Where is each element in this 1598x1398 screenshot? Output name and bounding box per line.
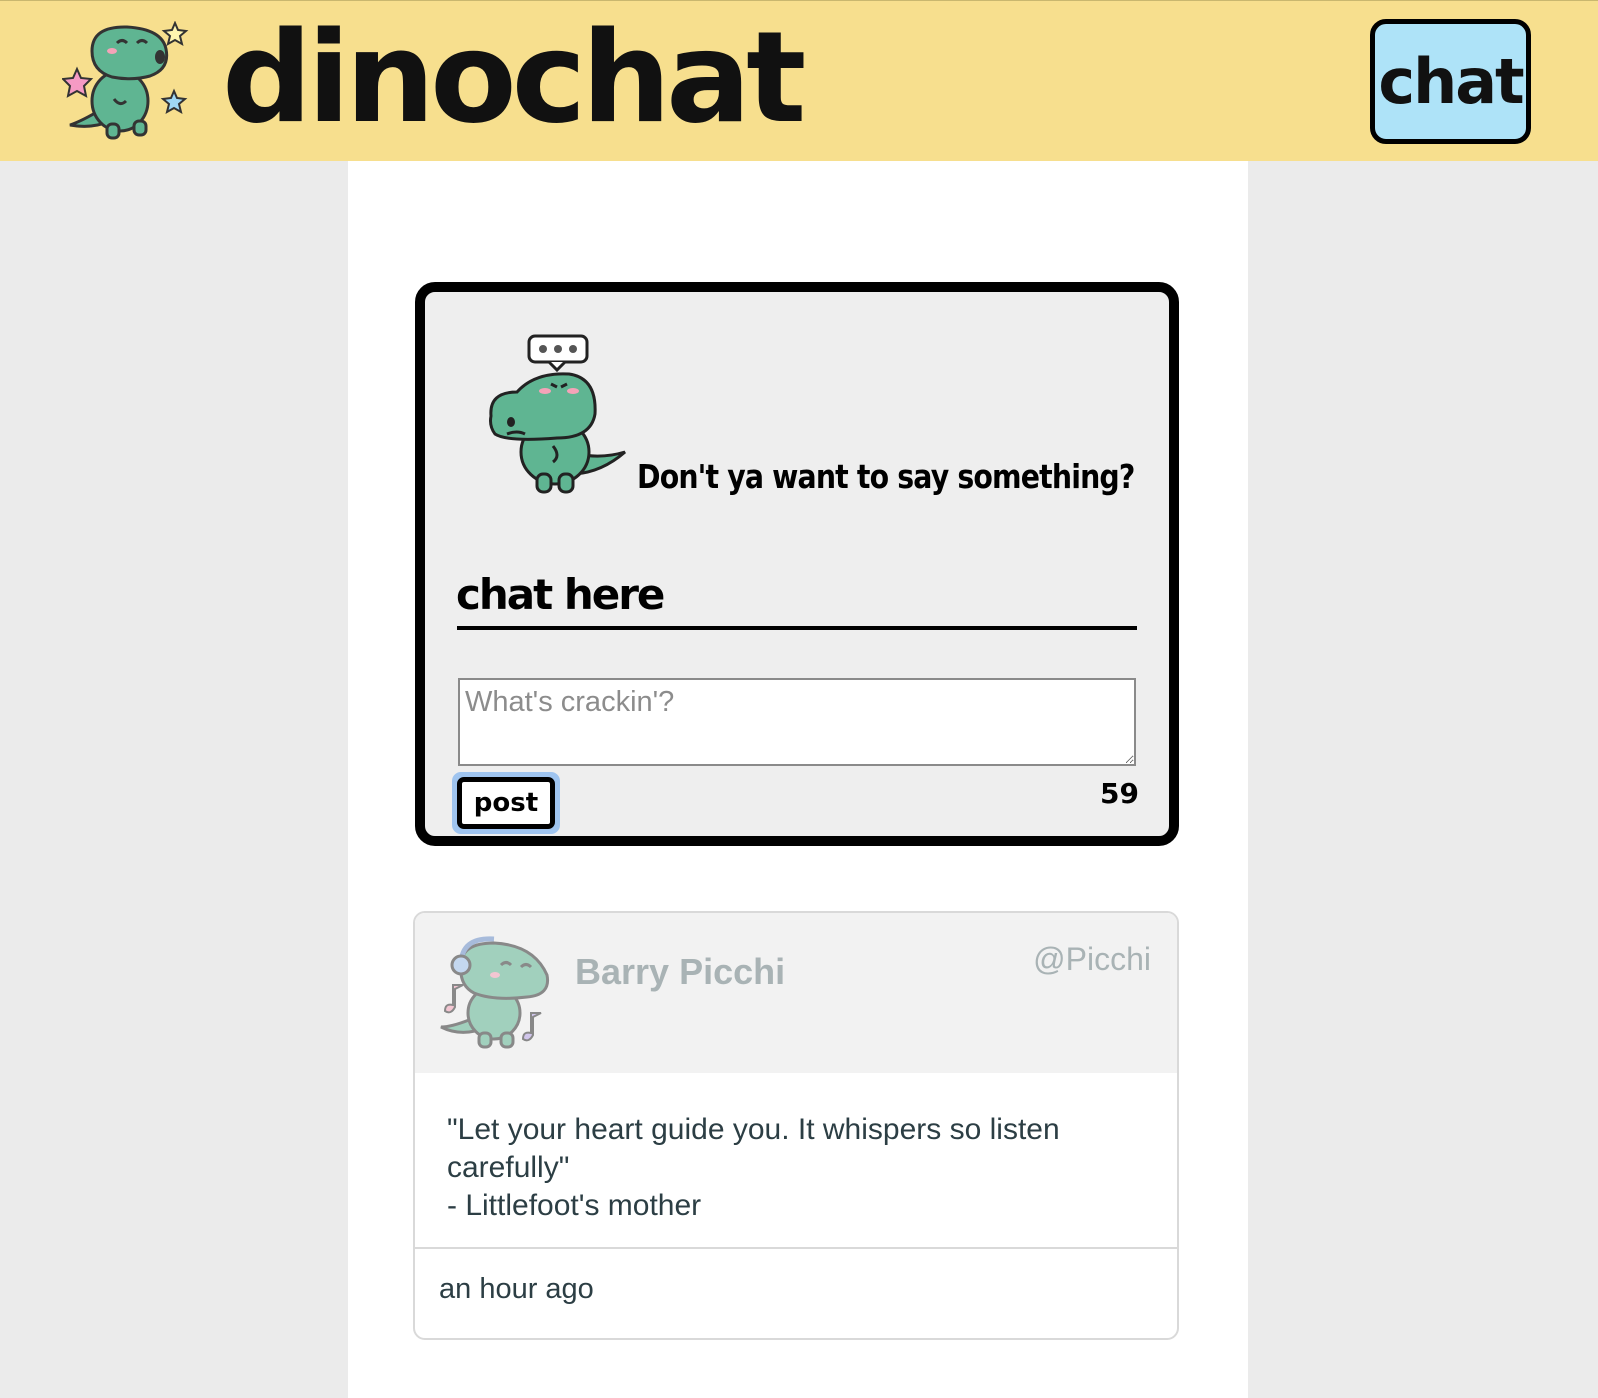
post-body: "Let your heart guide you. It whispers s… (415, 1073, 1177, 1249)
music-dino-avatar-icon (440, 936, 550, 1049)
chat-nav-button[interactable]: chat (1370, 19, 1531, 144)
post-text: "Let your heart guide you. It whispers s… (447, 1111, 1157, 1225)
char-counter: 59 (1100, 777, 1139, 810)
post-author-name[interactable]: Barry Picchi (575, 951, 785, 993)
post-timestamp: an hour ago (439, 1273, 594, 1305)
thinking-dino-icon (489, 334, 626, 494)
heading-divider (457, 626, 1137, 630)
post-card: Barry Picchi @Picchi "Let your heart gui… (413, 911, 1179, 1340)
post-header: Barry Picchi @Picchi (415, 913, 1177, 1073)
post-button[interactable]: post (452, 772, 560, 834)
message-input[interactable] (458, 678, 1136, 766)
post-text-line: - Littlefoot's mother (447, 1189, 702, 1222)
post-button-label: post (457, 777, 555, 829)
post-author-handle[interactable]: @Picchi (1033, 941, 1151, 978)
compose-heading: chat here (456, 570, 665, 619)
brand-title: dinochat (222, 4, 806, 151)
compose-prompt: Don't ya want to say something? (637, 457, 1135, 496)
compose-card: Don't ya want to say something? chat her… (415, 282, 1179, 846)
app-header: dinochat chat (0, 0, 1598, 161)
post-text-line: "Let your heart guide you. It whispers s… (447, 1113, 1060, 1184)
dino-logo-icon[interactable] (62, 21, 192, 146)
